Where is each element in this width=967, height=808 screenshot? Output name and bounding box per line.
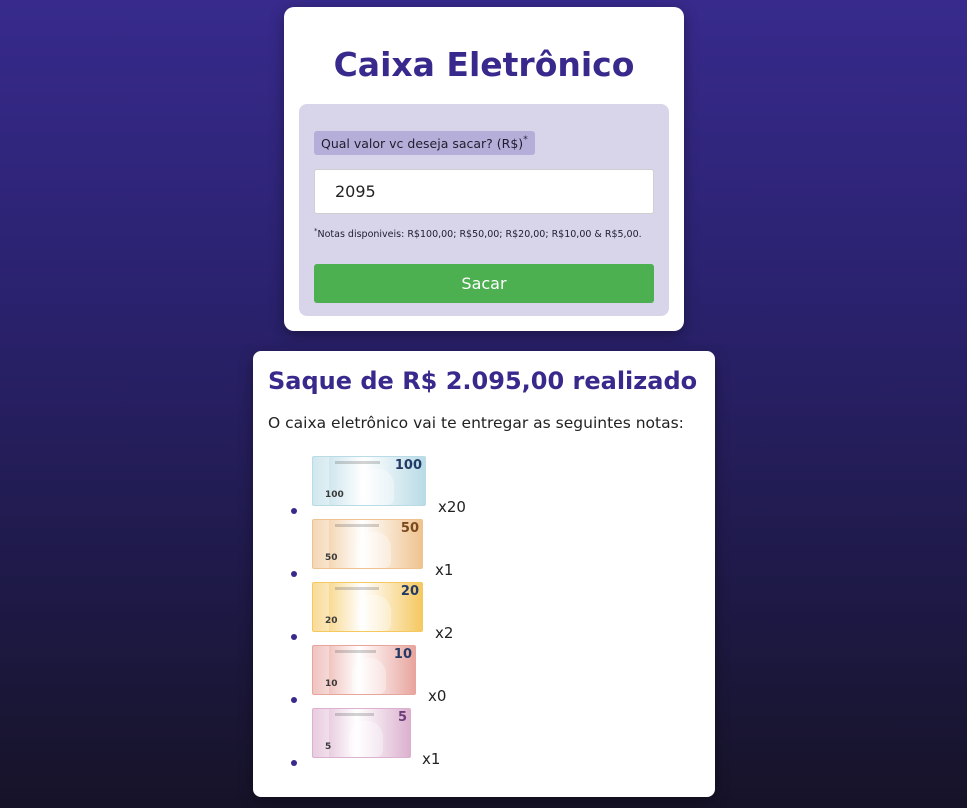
list-bullet [291,697,297,703]
withdraw-result-card: Saque de R$ 2.095,00 realizado O caixa e… [253,351,715,797]
withdraw-form: Qual valor vc deseja sacar? (R$)* *Notas… [299,104,669,316]
banknote-denomination-top: 100 [394,458,422,473]
banknote-denomination-top: 20 [400,584,419,599]
banknote-denomination-bottom: 50 [325,553,338,563]
result-description: O caixa eletrônico vai te entregar as se… [268,414,684,432]
banknote-count: x1 [422,750,441,768]
amount-label: Qual valor vc deseja sacar? (R$)* [314,131,535,155]
banknote-100-image: 100 100 [312,456,426,506]
banknote-denomination-top: 10 [393,647,412,662]
banknote-count: x0 [428,687,447,705]
banknote-5-image: 5 5 [312,708,411,758]
banknote-20-image: 20 20 [312,582,423,632]
amount-input[interactable] [314,169,654,214]
withdraw-button[interactable]: Sacar [314,264,654,303]
list-bullet [291,508,297,514]
banknote-item-50: 50 50 x1 [253,518,693,581]
available-notes-info: *Notas disponiveis: R$100,00; R$50,00; R… [314,228,642,242]
result-title: Saque de R$ 2.095,00 realizado [268,367,698,395]
banknote-denomination-bottom: 5 [325,742,332,752]
banknote-denomination-bottom: 10 [325,679,338,689]
banknote-item-100: 100 100 x20 [253,455,693,518]
amount-label-text: Qual valor vc deseja sacar? (R$) [321,136,524,151]
banknote-list: 100 100 x20 50 50 x1 20 20 x2 10 10 x0 5… [253,455,693,770]
banknote-item-20: 20 20 x2 [253,581,693,644]
banknote-count: x2 [435,624,454,642]
banknote-item-5: 5 5 x1 [253,707,693,770]
amount-label-asterisk: * [523,135,528,145]
banknote-count: x20 [438,498,466,516]
notes-info-text: Notas disponiveis: R$100,00; R$50,00; R$… [317,229,642,240]
banknote-10-image: 10 10 [312,645,416,695]
list-bullet [291,760,297,766]
banknote-count: x1 [435,561,454,579]
banknote-50-image: 50 50 [312,519,423,569]
banknote-denomination-top: 5 [397,710,407,725]
list-bullet [291,634,297,640]
list-bullet [291,571,297,577]
page-title: Caixa Eletrônico [333,45,635,84]
banknote-denomination-top: 50 [400,521,419,536]
atm-form-card: Caixa Eletrônico Qual valor vc deseja sa… [284,7,684,331]
banknote-item-10: 10 10 x0 [253,644,693,707]
banknote-denomination-bottom: 100 [325,490,344,500]
banknote-denomination-bottom: 20 [325,616,338,626]
